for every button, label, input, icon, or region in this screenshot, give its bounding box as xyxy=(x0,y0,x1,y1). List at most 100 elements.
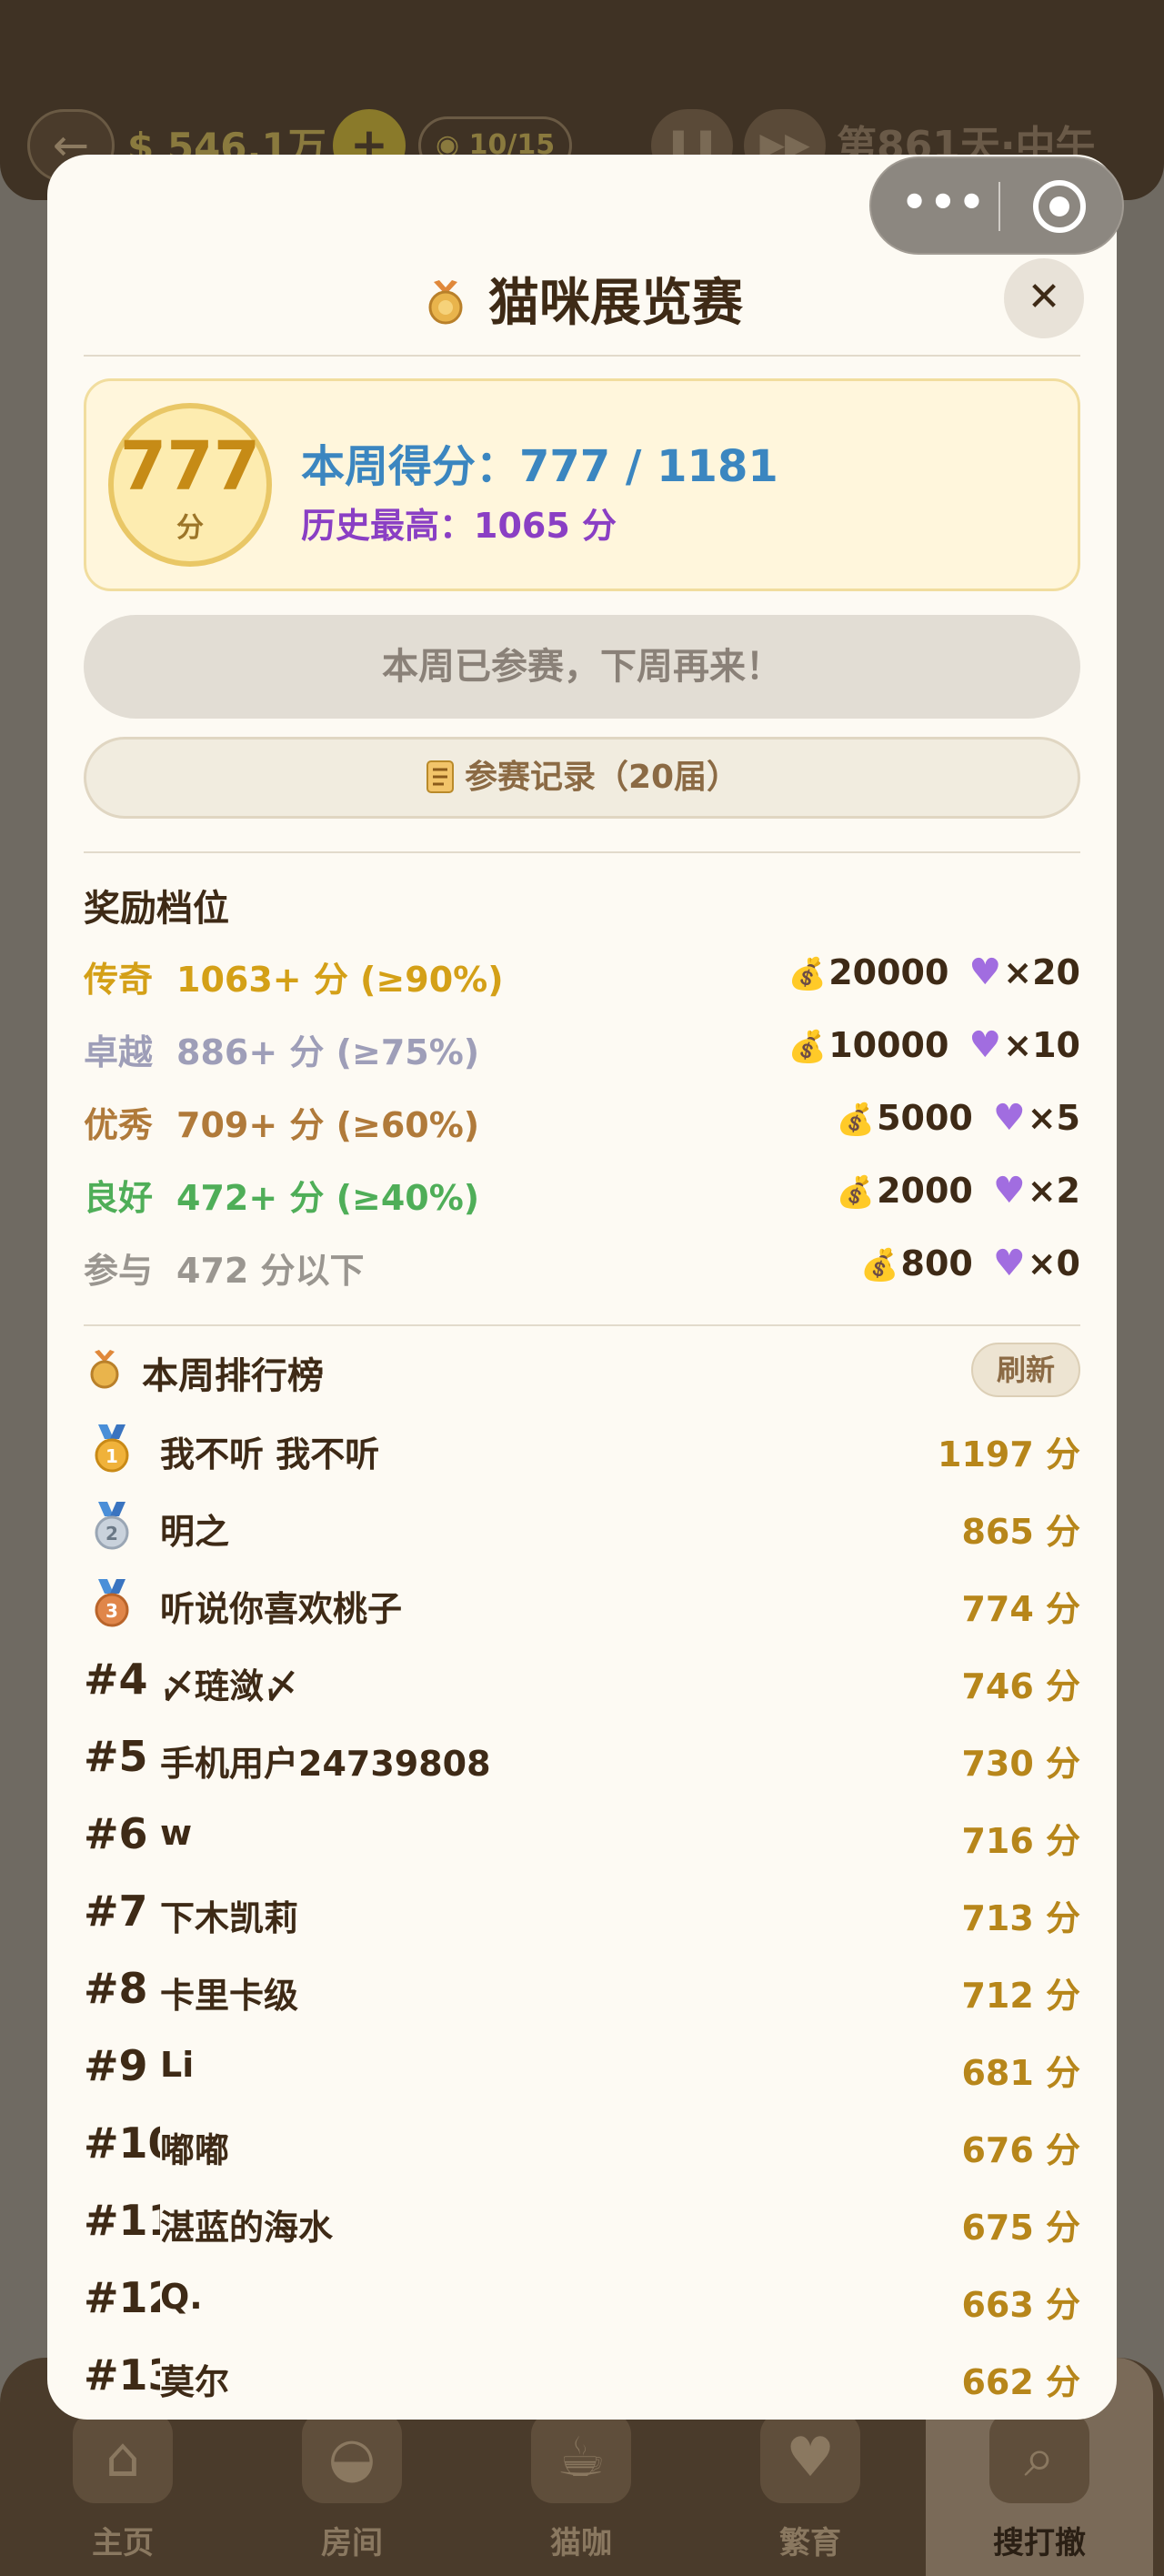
tier-hearts: ×5 xyxy=(1027,1098,1080,1138)
search-map-icon: ⌕ xyxy=(989,2412,1089,2503)
score-unit: 分 xyxy=(176,512,204,544)
close-button[interactable]: ✕ xyxy=(1004,258,1084,338)
score-circle: 777 分 xyxy=(108,403,272,567)
joined-status-button[interactable]: 本周已参赛，下周再来！ xyxy=(84,615,1080,719)
exhibition-modal: 猫咪展览赛 ✕ 777 分 本周得分：777 / 1181 历史最高：1065 … xyxy=(47,155,1117,2420)
tier-hearts: ×10 xyxy=(1003,1025,1080,1065)
leaderboard-list[interactable]: 1 我不听 我不听 1197 分 2 明之 865 分 3 听说你喜欢桃子 77… xyxy=(84,1410,1080,2420)
tier-name: 参与 xyxy=(84,1251,154,1291)
room-icon: ◒ xyxy=(302,2412,402,2503)
divider xyxy=(84,1324,1080,1326)
capsule-divider xyxy=(998,182,1000,231)
money-bag-icon: 💰 xyxy=(836,1174,876,1211)
rewards-title: 奖励档位 xyxy=(84,888,229,930)
leaderboard-row: #10 嘟嘟 676 分 xyxy=(84,2106,1080,2183)
bronze-medal-icon: 3 xyxy=(95,1579,129,1627)
tier-hearts: ×2 xyxy=(1027,1171,1080,1211)
more-icon[interactable]: ••• xyxy=(898,158,989,253)
player-name: 明之 xyxy=(160,1512,230,1552)
player-points: 865 分 xyxy=(961,1512,1080,1552)
close-miniprogram-icon[interactable] xyxy=(1033,180,1086,233)
tier-requirement: 472 分以下 xyxy=(176,1251,365,1291)
tier-requirement: 709+ 分 (≥60%) xyxy=(176,1105,480,1145)
tier-name: 良好 xyxy=(84,1178,154,1218)
player-name: 〆琏潋〆 xyxy=(160,1666,299,1706)
player-name: 莫尔 xyxy=(160,2362,230,2402)
tier-coins: 5000 xyxy=(877,1098,973,1138)
leaderboard-row: 1 我不听 我不听 1197 分 xyxy=(84,1410,1080,1487)
divider xyxy=(84,851,1080,853)
medal-bag-icon xyxy=(428,280,463,325)
breeding-icon: ♥ xyxy=(760,2412,860,2503)
player-points: 662 分 xyxy=(961,2362,1080,2402)
refresh-button[interactable]: 刷新 xyxy=(971,1343,1080,1397)
heart-icon: ♥ xyxy=(992,1097,1026,1139)
record-button[interactable]: 参赛记录（20届） xyxy=(84,737,1080,819)
money-bag-icon: 💰 xyxy=(836,1102,876,1138)
player-points: 676 分 xyxy=(961,2130,1080,2170)
scroll-icon xyxy=(426,760,454,793)
player-name: Q. xyxy=(160,2277,203,2317)
silver-medal-icon: 2 xyxy=(95,1502,129,1550)
player-rank: #4 xyxy=(84,1655,148,1704)
leaderboard-row: #4 〆琏潋〆 746 分 xyxy=(84,1642,1080,1719)
player-name: 卡里卡级 xyxy=(160,1976,299,2016)
leaderboard-row: #12 Q. 663 分 xyxy=(84,2260,1080,2338)
leaderboard-row: #6 w 716 分 xyxy=(84,1796,1080,1874)
player-rank: #9 xyxy=(84,2041,148,2090)
modal-title: 猫咪展览赛 xyxy=(47,262,1117,336)
player-points: 746 分 xyxy=(961,1666,1080,1706)
modal-title-text: 猫咪展览赛 xyxy=(488,274,743,333)
player-points: 713 分 xyxy=(961,1898,1080,1938)
tier-reward: 💰10000 ♥×10 xyxy=(788,1024,1080,1066)
player-name: 手机用户24739808 xyxy=(160,1744,491,1784)
heart-icon: ♥ xyxy=(992,1243,1026,1284)
heart-icon: ♥ xyxy=(968,1024,1002,1066)
medal-bag-icon xyxy=(90,1350,119,1389)
tier-row-excellent: 卓越 886+ 分 (≥75%) 💰10000 ♥×10 xyxy=(84,1015,1080,1079)
player-name: 下木凯莉 xyxy=(160,1898,299,1938)
player-rank: #13 xyxy=(84,2350,160,2400)
tier-name: 优秀 xyxy=(84,1105,154,1145)
tier-name: 传奇 xyxy=(84,960,154,1000)
divider xyxy=(84,355,1080,357)
tier-hearts: ×20 xyxy=(1003,952,1080,992)
tier-requirement: 472+ 分 (≥40%) xyxy=(176,1178,480,1218)
player-points: 774 分 xyxy=(961,1589,1080,1629)
player-rank: #6 xyxy=(84,1809,148,1858)
player-points: 712 分 xyxy=(961,1976,1080,2016)
player-name: w xyxy=(160,1813,193,1853)
nav-label: 主页 xyxy=(92,2525,154,2561)
nav-label: 搜打撤 xyxy=(993,2525,1086,2561)
money-bag-icon: 💰 xyxy=(788,1029,828,1065)
heart-icon: ♥ xyxy=(968,951,1002,993)
player-name: 嘟嘟 xyxy=(160,2130,230,2170)
leaderboard-title: 本周排行榜 xyxy=(142,1355,324,1397)
medal-rank: 2 xyxy=(105,1523,118,1545)
leaderboard-row: #11 湛蓝的海水 675 分 xyxy=(84,2183,1080,2260)
nav-label: 猫咖 xyxy=(550,2525,612,2561)
player-rank: #11 xyxy=(84,2196,160,2245)
week-score-text: 本周得分：777 / 1181 xyxy=(301,441,778,492)
player-name: 听说你喜欢桃子 xyxy=(160,1589,403,1629)
close-icon: ✕ xyxy=(1027,274,1061,320)
tier-reward: 💰2000 ♥×2 xyxy=(837,1170,1080,1212)
player-points: 663 分 xyxy=(961,2285,1080,2325)
gold-medal-icon: 1 xyxy=(95,1424,129,1473)
leaderboard-row: #9 Li 681 分 xyxy=(84,2028,1080,2106)
leaderboard-row: 3 听说你喜欢桃子 774 分 xyxy=(84,1565,1080,1642)
money-bag-icon: 💰 xyxy=(860,1247,899,1283)
player-points: 675 分 xyxy=(961,2208,1080,2248)
leaderboard-row: #7 下木凯莉 713 分 xyxy=(84,1874,1080,1951)
tier-row-participate: 参与 472 分以下 💰800 ♥×0 xyxy=(84,1233,1080,1297)
tier-coins: 20000 xyxy=(828,952,949,992)
player-points: 730 分 xyxy=(961,1744,1080,1784)
tier-requirement: 1063+ 分 (≥90%) xyxy=(176,960,504,1000)
leaderboard-header: 本周排行榜 刷新 xyxy=(84,1337,1080,1401)
tier-row-legend: 传奇 1063+ 分 (≥90%) 💰20000 ♥×20 xyxy=(84,942,1080,1006)
player-name: 我不听 我不听 xyxy=(160,1434,380,1474)
leaderboard-row: #5 手机用户24739808 730 分 xyxy=(84,1719,1080,1796)
money-bag-icon: 💰 xyxy=(788,956,828,992)
best-score-text: 历史最高：1065 分 xyxy=(301,506,617,546)
heart-icon: ♥ xyxy=(992,1170,1026,1212)
